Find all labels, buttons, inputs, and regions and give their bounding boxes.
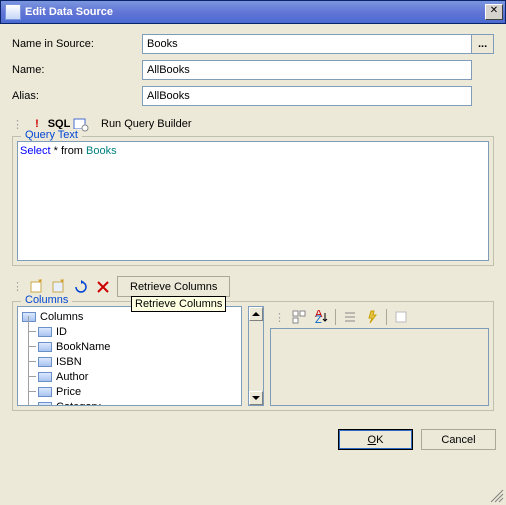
toolbar-handle-icon: ⋮ (274, 311, 283, 324)
list-icon[interactable] (342, 309, 358, 325)
scroll-up-button[interactable] (249, 307, 263, 321)
alias-label: Alias: (12, 90, 142, 102)
columns-toolbar: ⋮ * * Retrieve Columns (12, 276, 494, 297)
properties-toolbar: ⋮ AZ (270, 306, 489, 328)
columns-group: Columns Columns IDBookNameISBNAuthorPric… (12, 301, 494, 411)
column-icon (38, 357, 52, 367)
column-icon (38, 402, 52, 407)
action-icon[interactable] (364, 309, 380, 325)
toolbar-handle-icon: ⋮ (12, 280, 21, 293)
tree-item[interactable]: Author (20, 369, 239, 384)
add-column-icon[interactable]: * (29, 279, 45, 295)
tree-item[interactable]: BookName (20, 339, 239, 354)
resize-grip-icon[interactable] (490, 489, 504, 503)
name-label: Name: (12, 64, 142, 76)
sort-az-icon[interactable]: AZ (313, 309, 329, 325)
tree-item[interactable]: Category (20, 399, 239, 406)
window-title: Edit Data Source (25, 6, 485, 18)
column-icon (38, 372, 52, 382)
tree-scrollbar[interactable] (248, 306, 264, 406)
name-input[interactable] (142, 60, 472, 80)
toolbar-handle-icon: ⋮ (12, 118, 21, 131)
categorized-icon[interactable] (291, 309, 307, 325)
tree-item[interactable]: ID (20, 324, 239, 339)
columns-legend: Columns (21, 294, 72, 306)
tree-item-label: ID (56, 326, 67, 338)
dialog-button-bar: OK Cancel (0, 419, 506, 450)
tree-item[interactable]: ISBN (20, 354, 239, 369)
tree-item[interactable]: Price (20, 384, 239, 399)
retrieve-columns-tooltip: Retrieve Columns (131, 296, 226, 312)
folder-icon (22, 312, 36, 322)
tree-item-label: BookName (56, 341, 110, 353)
browse-source-button[interactable]: ... (472, 34, 494, 54)
svg-text:*: * (60, 279, 65, 289)
tree-item-label: Author (56, 371, 88, 383)
svg-text:*: * (38, 279, 43, 289)
page-icon[interactable] (393, 309, 409, 325)
svg-text:Z: Z (315, 314, 322, 324)
query-text-legend: Query Text (21, 129, 82, 141)
ok-button[interactable]: OK (338, 429, 413, 450)
tree-item-label: Category (56, 401, 101, 407)
app-icon (5, 4, 21, 20)
delete-icon[interactable] (95, 279, 111, 295)
columns-tree[interactable]: Columns IDBookNameISBNAuthorPriceCategor… (17, 306, 242, 406)
column-icon (38, 342, 52, 352)
add-calc-icon[interactable]: * (51, 279, 67, 295)
run-query-builder-link[interactable]: Run Query Builder (101, 118, 192, 130)
refresh-icon[interactable] (73, 279, 89, 295)
title-bar: Edit Data Source ✕ (0, 0, 506, 24)
query-text-input[interactable]: Select * from Books (17, 141, 489, 261)
close-button[interactable]: ✕ (485, 4, 503, 20)
properties-panel (270, 328, 489, 406)
name-in-source-input[interactable] (142, 34, 472, 54)
query-toolbar: ⋮ ! SQL Run Query Builder (12, 116, 494, 132)
tree-item-label: Price (56, 386, 81, 398)
cancel-button[interactable]: Cancel (421, 429, 496, 450)
alias-input[interactable] (142, 86, 472, 106)
column-icon (38, 387, 52, 397)
retrieve-columns-button[interactable]: Retrieve Columns (117, 276, 230, 297)
query-text-group: Query Text Select * from Books (12, 136, 494, 266)
scroll-down-button[interactable] (249, 391, 263, 405)
tree-item-label: ISBN (56, 356, 82, 368)
column-icon (38, 327, 52, 337)
name-in-source-label: Name in Source: (12, 38, 142, 50)
